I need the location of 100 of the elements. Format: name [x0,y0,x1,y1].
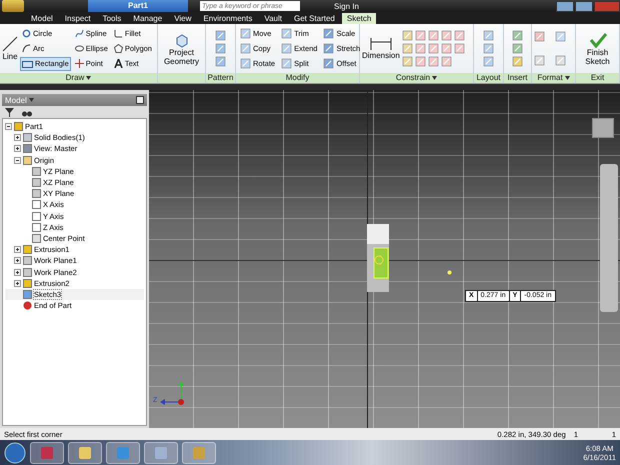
taskbar-app-button[interactable] [144,442,178,464]
tool-icon[interactable] [483,56,494,67]
tool-icon[interactable] [440,43,452,54]
app-icon [116,446,130,460]
cursor-point-icon [447,270,452,275]
maximize-button[interactable] [575,0,593,12]
tool-icon[interactable] [454,43,465,54]
ribbon-tab[interactable]: Inspect [60,13,96,24]
ribbon-tab[interactable]: Environments [198,13,258,24]
tool-icon[interactable] [534,30,545,42]
cube-icon [174,32,190,48]
app-icon [78,446,92,460]
taskbar-app-button[interactable] [30,442,64,464]
ribbon-tab[interactable]: Get Started [288,13,340,24]
expand-toggle[interactable] [14,156,21,164]
tool-icon[interactable] [215,43,226,54]
caret-icon[interactable] [28,98,34,102]
tool-icon[interactable] [281,43,292,54]
tool-icon[interactable] [440,56,452,67]
caret-icon[interactable] [432,76,438,80]
group-label: Format [537,73,563,83]
tool-icon[interactable] [512,30,523,41]
tool-icon[interactable] [512,43,523,54]
expand-toggle[interactable] [5,123,12,130]
tool-icon[interactable] [323,58,334,69]
tool-icon[interactable] [402,43,413,54]
expand-toggle[interactable] [14,268,21,276]
tool-icon[interactable] [240,58,251,69]
caret-icon[interactable] [86,76,92,80]
point-icon [32,234,41,243]
sketch-icon [23,290,32,299]
group-label: Modify [286,73,310,83]
browser-title[interactable]: Model [5,96,27,104]
tool-icon[interactable] [454,30,465,41]
ribbon-tab[interactable]: Vault [259,13,287,24]
tool-icon[interactable] [483,30,494,41]
tool-icon[interactable] [428,30,439,41]
start-button[interactable] [4,442,26,464]
tool-icon[interactable] [281,58,292,69]
taskbar-app-button[interactable] [106,442,140,464]
ribbon-tab[interactable]: Sketch [342,13,376,24]
taskbar-app-button[interactable] [182,442,216,464]
tool-icon[interactable] [483,43,494,54]
tool-icon[interactable] [440,30,452,41]
project-geometry-tool[interactable]: Project Geometry [164,32,200,66]
tool-icon[interactable] [323,43,334,54]
expand-toggle[interactable] [14,246,21,254]
app-icon [192,446,206,460]
spline-icon [74,29,84,38]
arc-icon [22,44,31,53]
tool-icon[interactable] [215,30,226,41]
caret-icon[interactable] [564,76,570,80]
ribbon-tab[interactable]: Manage [128,13,168,24]
line-tool[interactable]: Line [2,36,18,61]
tool-icon[interactable] [240,28,251,39]
extrusion-icon [23,278,32,288]
tool-icon[interactable] [281,28,292,39]
expand-toggle[interactable] [14,134,21,142]
tool-icon[interactable] [512,56,523,67]
ellipse-icon [74,44,84,53]
close-button[interactable] [594,0,620,12]
end-icon [23,301,32,310]
minimize-button[interactable] [556,0,574,12]
dimension-icon [368,37,393,51]
tool-icon[interactable] [428,56,439,67]
tool-icon[interactable] [554,55,566,66]
expand-toggle[interactable] [14,257,21,264]
tool-icon[interactable] [215,56,226,67]
letter-a-icon [114,59,123,68]
taskbar-app-button[interactable] [68,442,102,464]
help-icon[interactable] [136,96,144,104]
sign-in-link[interactable]: Sign In [334,2,359,10]
tool-icon[interactable] [414,30,426,41]
tool-icon[interactable] [240,43,251,54]
ribbon-tab[interactable]: Model [26,13,58,24]
finish-sketch-button[interactable]: Finish Sketch [585,32,610,66]
group-label: Insert [507,73,528,83]
tool-icon[interactable] [428,43,439,54]
ribbon-tab[interactable]: Tools [98,13,126,24]
circle-icon [22,29,31,38]
part-drawing [367,224,389,292]
folder-icon [23,156,32,165]
group-label: Layout [476,73,501,83]
dimension-tool[interactable]: Dimension [362,37,400,60]
tool-icon[interactable] [323,28,334,39]
tool-icon[interactable] [554,30,566,42]
expand-toggle[interactable] [14,145,21,152]
expand-toggle[interactable] [14,280,21,287]
app-icon [154,446,168,460]
group-label: Draw [66,73,84,83]
tool-icon[interactable] [534,55,545,66]
tool-icon[interactable] [414,56,426,67]
window-title: Part1 [88,0,188,12]
tool-icon[interactable] [414,43,426,54]
ribbon-tab[interactable]: View [169,13,196,24]
view-cube[interactable] [592,118,614,138]
tool-icon[interactable] [402,30,413,41]
tool-icon[interactable] [402,56,413,67]
app-icon [40,446,54,460]
application-button[interactable] [2,0,24,12]
